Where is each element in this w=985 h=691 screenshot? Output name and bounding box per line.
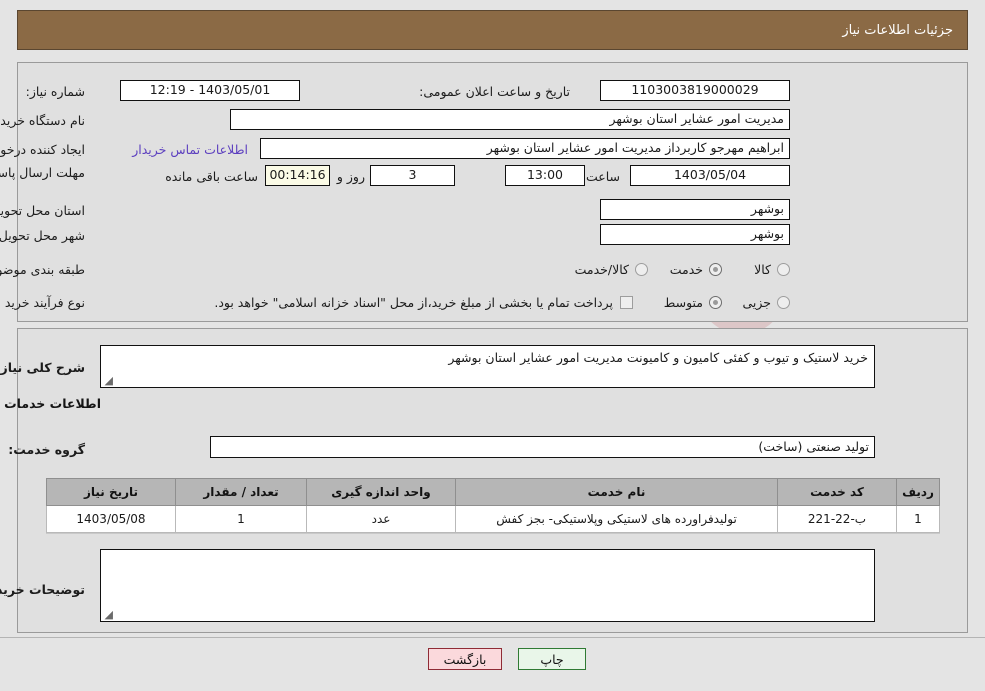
need-number-label: شماره نیاز: bbox=[25, 84, 85, 99]
col-header-unit: واحد اندازه گیری bbox=[306, 478, 456, 506]
service-group-value[interactable]: تولید صنعتی (ساخت) bbox=[210, 436, 875, 458]
print-button[interactable]: چاپ bbox=[518, 648, 586, 670]
process-radio-motavaset[interactable] bbox=[709, 296, 722, 309]
page-header: جزئیات اطلاعات نیاز bbox=[17, 10, 968, 50]
city-value[interactable]: بوشهر bbox=[600, 224, 790, 245]
table-row[interactable]: 1 ب-22-221 تولیدفراورده های لاستیکی وپلا… bbox=[46, 505, 940, 533]
resize-grip-icon[interactable]: ◢ bbox=[103, 375, 113, 386]
category-radio-kala-khedmat[interactable] bbox=[635, 263, 648, 276]
cell-code: ب-22-221 bbox=[777, 505, 897, 533]
col-header-row: ردیف bbox=[896, 478, 940, 506]
public-announce-label: تاریخ و ساعت اعلان عمومی: bbox=[419, 84, 570, 99]
countdown-value: 00:14:16 bbox=[265, 165, 330, 186]
resize-grip-icon[interactable]: ◢ bbox=[103, 609, 113, 620]
col-header-code: کد خدمت bbox=[777, 478, 897, 506]
category-option-kala-label: کالا bbox=[754, 262, 771, 277]
col-header-qty: تعداد / مقدار bbox=[175, 478, 307, 506]
buyer-notes-textarea[interactable]: ◢ bbox=[100, 549, 875, 622]
back-button[interactable]: بازگشت bbox=[428, 648, 502, 670]
category-radio-khedmat[interactable] bbox=[709, 263, 722, 276]
treasury-bonds-checkbox[interactable] bbox=[620, 296, 633, 309]
category-label: طبقه بندی موضوعی: bbox=[0, 262, 85, 277]
need-number-value[interactable]: 1103003819000029 bbox=[600, 80, 790, 101]
page-title: جزئیات اطلاعات نیاز bbox=[842, 22, 953, 38]
summary-label: شرح کلی نیاز: bbox=[0, 360, 85, 375]
category-radio-kala[interactable] bbox=[777, 263, 790, 276]
deadline-hour-value[interactable]: 13:00 bbox=[505, 165, 585, 186]
category-option-khedmat-label: خدمت bbox=[669, 262, 703, 277]
remaining-days-value[interactable]: 3 bbox=[370, 165, 455, 186]
deadline-date-value[interactable]: 1403/05/04 bbox=[630, 165, 790, 186]
public-announce-value[interactable]: 1403/05/01 - 12:19 bbox=[120, 80, 300, 101]
cell-unit: عدد bbox=[306, 505, 456, 533]
treasury-bonds-label: پرداخت تمام یا بخشی از مبلغ خرید،از محل … bbox=[214, 295, 613, 310]
cell-qty: 1 bbox=[175, 505, 307, 533]
cell-row: 1 bbox=[896, 505, 940, 533]
items-table: ردیف کد خدمت نام خدمت واحد اندازه گیری ت… bbox=[46, 478, 940, 533]
remaining-days-label: روز و bbox=[336, 169, 365, 184]
buyer-org-label: نام دستگاه خریدار: bbox=[0, 113, 85, 128]
process-label: نوع فرآیند خرید : bbox=[0, 295, 85, 310]
creator-value[interactable]: ابراهیم مهرجو کاربرداز مدیریت امور عشایر… bbox=[260, 138, 790, 159]
footer-divider bbox=[0, 637, 985, 638]
col-header-name: نام خدمت bbox=[455, 478, 778, 506]
buyer-org-value[interactable]: مدیریت امور عشایر استان بوشهر bbox=[230, 109, 790, 130]
province-value[interactable]: بوشهر bbox=[600, 199, 790, 220]
creator-label: ایجاد کننده درخواست: bbox=[0, 142, 85, 157]
need-info-panel bbox=[17, 62, 968, 322]
cell-name: تولیدفراورده های لاستیکی وپلاستیکی- بجز … bbox=[455, 505, 778, 533]
buyer-notes-label: توضیحات خریدار; bbox=[0, 582, 85, 597]
summary-textarea[interactable]: خرید لاستیک و تیوب و کفئی کامیون و کامیو… bbox=[100, 345, 875, 388]
city-label: شهر محل تحویل: bbox=[0, 228, 85, 243]
summary-textarea-value: خرید لاستیک و تیوب و کفئی کامیون و کامیو… bbox=[448, 350, 868, 365]
province-label: استان محل تحویل: bbox=[0, 203, 85, 218]
buyer-contact-link[interactable]: اطلاعات تماس خریدار bbox=[132, 142, 248, 157]
deadline-label: مهلت ارسال پاسخ: تا تاریخ: bbox=[0, 165, 85, 180]
col-header-date: تاریخ نیاز bbox=[46, 478, 176, 506]
table-header-row: ردیف کد خدمت نام خدمت واحد اندازه گیری ت… bbox=[46, 478, 940, 506]
service-group-label: گروه خدمت: bbox=[8, 442, 85, 457]
process-option-jozee-label: جزیی bbox=[742, 295, 771, 310]
process-option-motavaset-label: متوسط bbox=[663, 295, 703, 310]
services-section-heading: اطلاعات خدمات مورد نیاز bbox=[0, 396, 101, 411]
deadline-hour-label: ساعت bbox=[585, 169, 620, 184]
countdown-label: ساعت باقی مانده bbox=[165, 169, 258, 184]
cell-date: 1403/05/08 bbox=[46, 505, 176, 533]
process-radio-jozee[interactable] bbox=[777, 296, 790, 309]
category-option-kala-khedmat-label: کالا/خدمت bbox=[574, 262, 629, 277]
